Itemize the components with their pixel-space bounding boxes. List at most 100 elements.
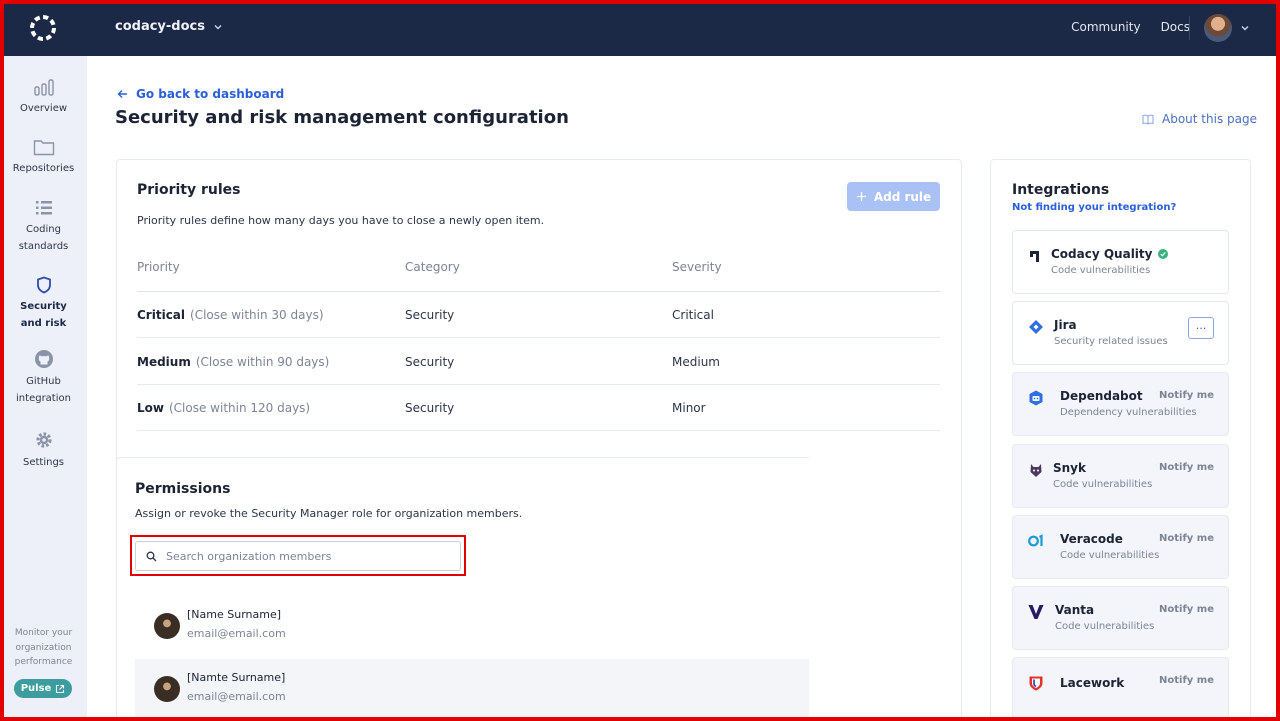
back-to-dashboard-link[interactable]: Go back to dashboard — [117, 87, 284, 101]
integration-description: Code vulnerabilities — [1060, 550, 1160, 561]
integration-codacy-quality[interactable]: Codacy Quality Code vulnerabilities — [1012, 230, 1229, 294]
avatar[interactable] — [1204, 14, 1232, 42]
chevron-down-icon — [214, 24, 222, 29]
avatar — [154, 613, 180, 639]
notify-me-button[interactable]: Notify me — [1159, 604, 1214, 615]
integration-jira[interactable]: Jira Security related issues ··· — [1012, 301, 1229, 365]
not-finding-integration-link[interactable]: Not finding your integration? — [1012, 202, 1176, 213]
check-circle-icon — [1158, 249, 1169, 259]
integrations-title: Integrations — [1012, 182, 1110, 198]
priority-cell: Critical (Close within 30 days) — [137, 308, 324, 322]
integration-description: Code vulnerabilities — [1051, 265, 1151, 276]
list-item[interactable]: [Name Surname] email@email.com — [135, 596, 809, 658]
integration-name: Codacy Quality — [1051, 247, 1169, 261]
search-input[interactable] — [135, 541, 461, 571]
priority-cell: Medium (Close within 90 days) — [137, 355, 330, 369]
severity-cell: Critical — [672, 308, 714, 322]
monitor-text: Monitor your organization performance — [14, 628, 73, 667]
shield-icon — [36, 276, 51, 294]
snyk-icon — [1030, 464, 1042, 477]
integration-description: Code vulnerabilities — [1055, 621, 1155, 632]
integration-name: Veracode — [1060, 532, 1123, 546]
add-rule-button[interactable]: Add rule — [847, 182, 940, 211]
codacy-logo-icon[interactable] — [27, 12, 59, 44]
avatar — [154, 676, 180, 702]
sidebar-item-overview[interactable]: Overview — [0, 78, 87, 117]
pulse-button[interactable]: Pulse — [14, 679, 72, 698]
folder-icon — [33, 140, 54, 156]
category-cell: Security — [405, 355, 455, 369]
sidebar-item-settings[interactable]: Settings — [0, 430, 87, 471]
severity-cell: Minor — [672, 401, 706, 415]
notify-me-button[interactable]: Notify me — [1159, 675, 1214, 686]
lacework-icon — [1029, 676, 1043, 691]
add-rule-label: Add rule — [873, 189, 932, 204]
sidebar-item-label: Overview — [19, 103, 68, 114]
chevron-down-icon[interactable] — [1240, 23, 1250, 33]
sidebar-item-repositories[interactable]: Repositories — [0, 138, 87, 177]
integration-name: Snyk — [1053, 461, 1086, 475]
integration-dependabot[interactable]: Dependabot Dependency vulnerabilities No… — [1012, 372, 1229, 436]
integration-name: Lacework — [1060, 676, 1125, 690]
sidebar-item-security[interactable]: Security and risk — [0, 276, 87, 332]
about-this-page-link[interactable]: About this page — [1142, 112, 1257, 126]
table-row[interactable]: Medium (Close within 90 days) Security Me… — [137, 339, 940, 385]
member-email: email@email.com — [187, 690, 286, 703]
sidebar-item-github[interactable]: GitHub integration — [0, 349, 87, 407]
more-options-button[interactable]: ··· — [1188, 317, 1214, 339]
plus-icon — [856, 192, 866, 201]
sidebar-item-coding-standards[interactable]: Coding standards — [0, 199, 87, 255]
integration-name: Jira — [1054, 318, 1077, 332]
member-email: email@email.com — [187, 627, 286, 640]
integration-vanta[interactable]: Vanta Code vulnerabilities Notify me — [1012, 586, 1229, 650]
priority-cell: Low (Close within 120 days) — [137, 401, 311, 415]
github-icon — [34, 350, 53, 368]
community-link[interactable]: Community — [1071, 20, 1140, 34]
permissions-title: Permissions — [135, 481, 231, 497]
table-row[interactable]: Critical (Close within 30 days) Security … — [137, 292, 940, 338]
sidebar-item-label: Coding standards — [18, 224, 69, 252]
column-header-severity: Severity — [672, 260, 722, 274]
about-label: About this page — [1162, 112, 1257, 126]
back-label: Go back to dashboard — [136, 87, 285, 101]
member-name: [Name Surname] — [187, 608, 282, 621]
list-icon — [35, 201, 52, 215]
notify-me-button[interactable]: Notify me — [1159, 462, 1214, 473]
org-switcher[interactable]: codacy-docs — [115, 19, 223, 34]
sidebar-item-label: Repositories — [12, 163, 75, 174]
integration-description: Code vulnerabilities — [1053, 479, 1153, 490]
bar-chart-icon — [33, 79, 54, 96]
priority-rules-description: Priority rules define how many days you … — [137, 214, 545, 227]
integration-snyk[interactable]: Snyk Code vulnerabilities Notify me — [1012, 444, 1229, 508]
table-row[interactable]: Low (Close within 120 days) Security Mino… — [137, 385, 940, 431]
column-header-priority: Priority — [137, 260, 180, 274]
veracode-icon — [1028, 534, 1043, 547]
sidebar-item-label: Settings — [22, 457, 64, 468]
org-name: codacy-docs — [115, 19, 205, 34]
notify-me-button[interactable]: Notify me — [1159, 533, 1214, 544]
member-name: [Namte Surname] — [187, 671, 286, 684]
integration-veracode[interactable]: Veracode Code vulnerabilities Notify me — [1012, 515, 1229, 579]
category-cell: Security — [405, 308, 455, 322]
pulse-label: Pulse — [20, 683, 52, 694]
search-field[interactable] — [166, 549, 446, 563]
divider — [1189, 16, 1190, 40]
external-link-icon — [56, 684, 65, 693]
top-nav: Community Docs — [1071, 20, 1190, 34]
sidebar-item-label: Security and risk — [20, 301, 67, 329]
integration-name: Dependabot — [1060, 389, 1143, 403]
category-cell: Security — [405, 401, 455, 415]
integration-description: Dependency vulnerabilities — [1060, 407, 1197, 418]
book-icon — [1142, 114, 1154, 125]
dependabot-icon — [1029, 390, 1043, 406]
integration-lacework[interactable]: Lacework Notify me — [1012, 657, 1229, 721]
integration-name: Vanta — [1055, 603, 1095, 617]
docs-link[interactable]: Docs — [1161, 20, 1190, 34]
integration-description: Security related issues — [1054, 336, 1168, 347]
sidebar: Overview Repositories Coding standards S… — [0, 56, 87, 721]
notify-me-button[interactable]: Notify me — [1159, 390, 1214, 401]
top-bar: codacy-docs Community Docs — [0, 0, 1280, 56]
list-item[interactable]: [Namte Surname] email@email.com — [135, 659, 809, 721]
page-title: Security and risk management configurati… — [115, 107, 569, 128]
search-icon — [146, 551, 157, 561]
